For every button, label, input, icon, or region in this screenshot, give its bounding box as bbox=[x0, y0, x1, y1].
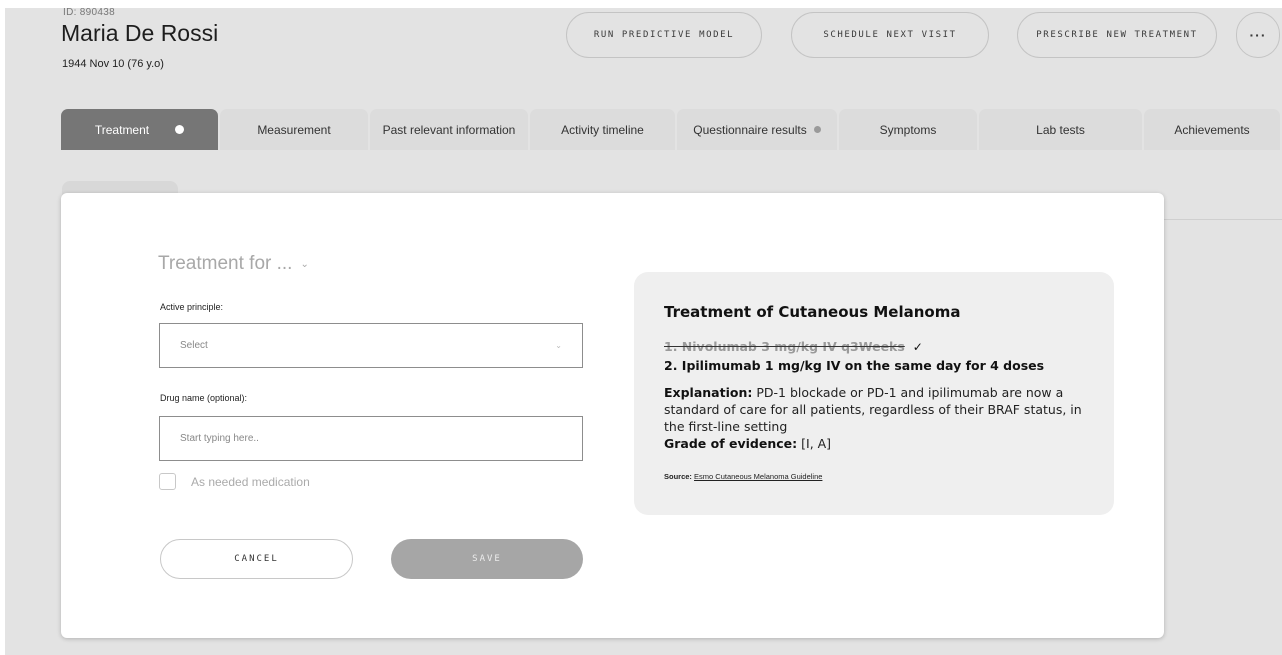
tab-bar: Treatment Measurement Past relevant info… bbox=[61, 109, 1282, 150]
tab-treatment[interactable]: Treatment bbox=[61, 109, 218, 150]
recommendation-option-1: 1. Nivolumab 3 mg/kg IV q3Weeks ✓ bbox=[664, 339, 923, 354]
save-button[interactable]: SAVE bbox=[391, 539, 583, 579]
as-needed-label: As needed medication bbox=[191, 474, 310, 489]
divider bbox=[1163, 219, 1282, 220]
tab-label: Questionnaire results bbox=[693, 122, 807, 137]
active-principle-label: Active principle: bbox=[160, 302, 224, 312]
tab-label: Measurement bbox=[257, 122, 331, 137]
tab-label: Past relevant information bbox=[382, 122, 516, 137]
status-dot-icon bbox=[813, 126, 821, 133]
patient-name: Maria De Rossi bbox=[61, 20, 219, 46]
tab-label: Lab tests bbox=[1036, 122, 1085, 137]
as-needed-checkbox-row[interactable]: As needed medication bbox=[159, 473, 310, 490]
tab-label: Achievements bbox=[1174, 122, 1250, 137]
tab-activity-timeline[interactable]: Activity timeline bbox=[530, 109, 675, 150]
more-icon: ··· bbox=[1249, 27, 1267, 43]
recommendation-panel: Treatment of Cutaneous Melanoma 1. Nivol… bbox=[634, 272, 1114, 515]
source-label: Source: bbox=[664, 472, 692, 481]
treatment-card: Treatment for ... ⌄ Active principle: Se… bbox=[61, 193, 1164, 638]
recommendation-option-2: 2. Ipilimumab 1 mg/kg IV on the same day… bbox=[664, 358, 1045, 373]
recommendation-explanation: Explanation: PD-1 blockade or PD-1 and i… bbox=[664, 384, 1084, 452]
app-window: ID: 890438 Maria De Rossi 1944 Nov 10 (7… bbox=[5, 8, 1282, 655]
select-value: Select bbox=[180, 340, 208, 351]
treatment-for-dropdown[interactable]: Treatment for ... ⌄ bbox=[158, 253, 309, 275]
tab-lab-tests[interactable]: Lab tests bbox=[979, 109, 1142, 150]
tab-label: Treatment bbox=[94, 122, 150, 137]
drug-name-input[interactable] bbox=[159, 416, 583, 461]
schedule-next-visit-button[interactable]: SCHEDULE NEXT VISIT bbox=[791, 12, 989, 58]
as-needed-checkbox[interactable] bbox=[159, 473, 176, 490]
patient-id: ID: 890438 bbox=[63, 8, 115, 18]
drug-name-label: Drug name (optional): bbox=[160, 393, 248, 403]
source-link[interactable]: Esmo Cutaneous Melanoma Guideline bbox=[694, 472, 822, 481]
status-dot-icon bbox=[175, 125, 185, 134]
cancel-button[interactable]: CANCEL bbox=[160, 539, 353, 579]
explanation-label: Explanation: bbox=[664, 385, 753, 400]
chevron-down-icon: ⌄ bbox=[555, 341, 562, 350]
tab-symptoms[interactable]: Symptoms bbox=[839, 109, 977, 150]
patient-dob: 1944 Nov 10 (76 y.o) bbox=[62, 58, 164, 70]
more-options-button[interactable]: ··· bbox=[1236, 12, 1280, 58]
checkmark-icon: ✓ bbox=[912, 339, 923, 354]
tab-label: Symptoms bbox=[879, 122, 937, 137]
grade-value: [I, A] bbox=[801, 436, 832, 451]
tab-measurement[interactable]: Measurement bbox=[220, 109, 368, 150]
tab-achievements[interactable]: Achievements bbox=[1144, 109, 1280, 150]
chevron-down-icon: ⌄ bbox=[300, 258, 309, 270]
option-1-text: 1. Nivolumab 3 mg/kg IV q3Weeks bbox=[664, 339, 905, 354]
tab-past-relevant-information[interactable]: Past relevant information bbox=[370, 109, 528, 150]
recommendation-title: Treatment of Cutaneous Melanoma bbox=[664, 303, 961, 321]
run-predictive-model-button[interactable]: RUN PREDICTIVE MODEL bbox=[566, 12, 762, 58]
recommendation-source: Source: Esmo Cutaneous Melanoma Guidelin… bbox=[664, 472, 822, 481]
tab-questionnaire-results[interactable]: Questionnaire results bbox=[677, 109, 837, 150]
tab-label: Activity timeline bbox=[561, 122, 644, 137]
grade-label: Grade of evidence: bbox=[664, 436, 798, 451]
prescribe-new-treatment-button[interactable]: PRESCRIBE NEW TREATMENT bbox=[1017, 12, 1217, 58]
treatment-for-label: Treatment for ... bbox=[158, 253, 293, 274]
active-principle-select[interactable]: Select ⌄ bbox=[159, 323, 583, 368]
